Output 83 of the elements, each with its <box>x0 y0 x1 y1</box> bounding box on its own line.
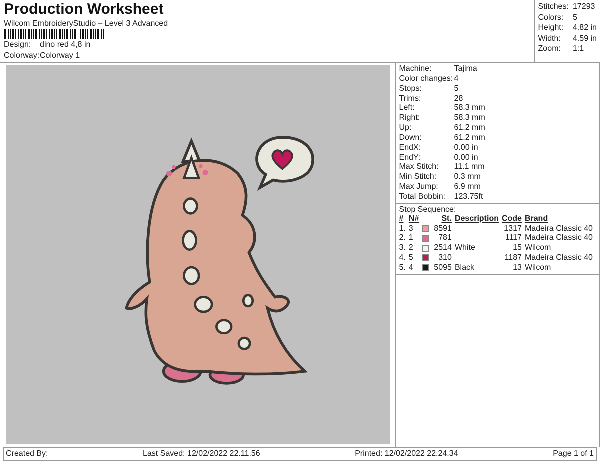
property-label: Down: <box>399 132 423 143</box>
property-label: Max Stitch: <box>399 162 440 172</box>
table-cell: 3. <box>399 243 406 252</box>
property-value: 6.9 mm <box>454 182 482 192</box>
property-value: 28 <box>454 94 464 104</box>
table-cell: 4 <box>408 262 414 272</box>
property-value: 0.00 in <box>454 152 480 162</box>
property-value: 58.3 mm <box>454 103 486 114</box>
speech-bubble-drawing <box>256 136 314 190</box>
table-cell: 781 <box>438 233 452 242</box>
property-label: Max Jump: <box>399 182 440 192</box>
last-saved: Last Saved: 12/02/2022 22.11.56 <box>143 448 260 460</box>
column-header: Brand <box>524 214 548 223</box>
table-cell: 5 <box>408 253 414 262</box>
property-label: EndY: <box>399 152 422 162</box>
property-value: 58.3 mm <box>454 113 486 124</box>
property-value: 123.75ft <box>454 192 484 202</box>
summary-value: 4.82 in <box>572 23 597 34</box>
property-value: 61.2 mm <box>454 132 486 143</box>
column-header: Code <box>502 214 522 223</box>
summary-label: Stitches: <box>538 2 569 12</box>
software-name: Wilcom EmbroideryStudio – Level 3 Advanced <box>4 19 170 28</box>
colorway-label: Colorway: <box>4 51 40 61</box>
column-header: Description <box>454 214 499 223</box>
table-cell: 2 <box>408 243 414 252</box>
property-label: Trims: <box>399 94 422 104</box>
summary-label: Colors: <box>538 12 565 23</box>
column-header: N# <box>408 214 420 223</box>
column-header: # <box>399 214 404 223</box>
summary-value: 17293 <box>572 2 596 12</box>
table-cell: 1 <box>408 233 414 242</box>
property-label: Min Stitch: <box>399 172 438 182</box>
colorway-value: Colorway 1 <box>40 51 80 61</box>
table-cell: Wilcom <box>524 243 552 252</box>
table-cell: Black <box>454 262 475 272</box>
table-cell: Madeira Classic 40 <box>524 253 593 262</box>
table-cell: 13 <box>513 262 522 272</box>
property-value: 5 <box>454 84 460 94</box>
summary-value: 1:1 <box>572 44 586 54</box>
table-cell: Madeira Classic 40 <box>524 224 593 233</box>
property-value: 0.3 mm <box>454 172 482 182</box>
table-cell: 1317 <box>504 224 522 233</box>
table-cell: 3 <box>408 224 414 233</box>
design-label: Design: <box>4 40 32 50</box>
table-cell: 1187 <box>504 253 522 262</box>
design-value: dino red 4,8 in <box>40 40 91 50</box>
column-header: St. <box>442 214 452 223</box>
printed-date: Printed: 12/02/2022 22.24.34 <box>355 448 458 460</box>
table-cell: 1117 <box>505 233 522 242</box>
table-cell: 8591 <box>434 224 452 233</box>
table-cell: 5. <box>399 262 406 272</box>
property-value: 4 <box>454 74 460 84</box>
stop-sequence-title: Stop Sequence: <box>399 204 458 214</box>
property-label: Up: <box>399 123 413 133</box>
table-cell: 5095 <box>434 262 452 272</box>
property-label: Total Bobbin: <box>399 192 447 202</box>
property-label: Color changes: <box>399 74 454 84</box>
table-cell: 1. <box>399 224 406 233</box>
created-by: Created By: <box>6 448 48 460</box>
summary-label: Width: <box>538 34 562 44</box>
worksheet-title: Production Worksheet <box>4 1 165 18</box>
summary-value: 4.59 in <box>572 34 597 44</box>
property-value: 11.1 mm <box>454 162 486 172</box>
property-label: Left: <box>399 103 416 114</box>
table-cell: 2. <box>399 233 406 242</box>
property-label: Machine: <box>399 64 433 74</box>
table-cell: 310 <box>438 253 452 262</box>
table-cell: Madeira Classic 40 <box>524 233 593 242</box>
property-value: 0.00 in <box>454 142 480 153</box>
table-cell: White <box>454 243 476 252</box>
summary-label: Height: <box>538 23 565 34</box>
table-cell: Wilcom <box>524 262 552 272</box>
property-value: 61.2 mm <box>454 123 486 133</box>
table-cell: 15 <box>513 243 522 252</box>
property-label: Stops: <box>399 84 423 94</box>
table-cell: 4. <box>399 253 406 262</box>
property-label: Right: <box>399 113 422 124</box>
table-cell: 2514 <box>434 243 452 252</box>
property-label: EndX: <box>399 142 422 153</box>
page-number: Page 1 of 1 <box>553 448 594 460</box>
summary-value: 5 <box>572 12 578 23</box>
property-value: Tajima <box>454 64 478 74</box>
summary-label: Zoom: <box>538 44 562 54</box>
